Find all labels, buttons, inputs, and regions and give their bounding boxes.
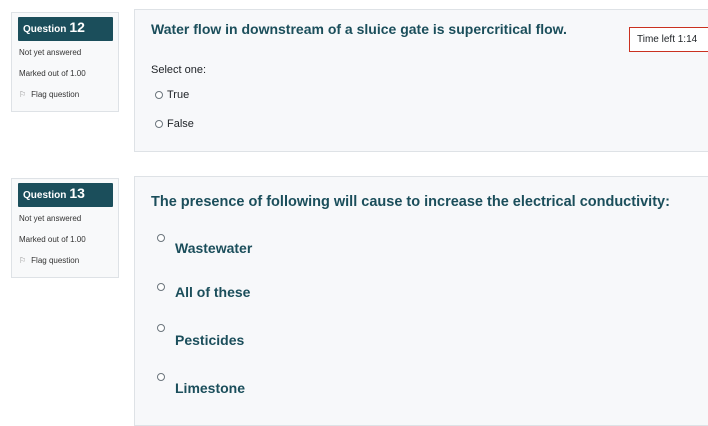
option-label: False	[167, 118, 194, 130]
question-number: 12	[69, 19, 85, 35]
question-label: Question	[23, 24, 67, 35]
flag-question-link[interactable]: ⚐ Flag question	[19, 90, 118, 99]
question-text: The presence of following will cause to …	[151, 194, 670, 210]
question-content-13: The presence of following will cause to …	[134, 176, 708, 426]
question-label: Question	[23, 190, 67, 201]
flag-question-label: Flag question	[31, 90, 80, 99]
radio-button[interactable]	[155, 120, 163, 128]
option-label: Pesticides	[175, 332, 245, 348]
question-number-badge: Question 12	[18, 17, 113, 41]
question-number: 13	[69, 185, 85, 201]
option-label: Limestone	[175, 380, 246, 396]
time-left-box: Time left 1:14	[629, 27, 708, 52]
answer-status: Not yet answered	[19, 48, 82, 57]
marks-label: Marked out of 1.00	[19, 235, 86, 244]
flag-icon: ⚐	[19, 90, 27, 99]
radio-button[interactable]	[157, 324, 165, 332]
flag-question-link[interactable]: ⚐ Flag question	[19, 256, 118, 265]
option-all-of-these[interactable]: All of these	[157, 283, 250, 300]
question-info-12: Question 12 Not yet answered Marked out o…	[11, 12, 119, 112]
radio-button[interactable]	[157, 373, 165, 381]
option-pesticides[interactable]: Pesticides	[157, 324, 244, 348]
radio-button[interactable]	[157, 283, 165, 291]
option-label: Wastewater	[175, 240, 253, 256]
option-true[interactable]: True	[155, 89, 189, 101]
radio-button[interactable]	[155, 91, 163, 99]
flag-icon: ⚐	[19, 256, 27, 265]
question-content-12: Water flow in downstream of a sluice gat…	[134, 9, 708, 152]
marks-label: Marked out of 1.00	[19, 69, 86, 78]
option-limestone[interactable]: Limestone	[157, 373, 245, 396]
option-label: All of these	[175, 284, 251, 300]
option-wastewater[interactable]: Wastewater	[157, 234, 252, 256]
answer-status: Not yet answered	[19, 214, 82, 223]
question-info-13: Question 13 Not yet answered Marked out o…	[11, 178, 119, 278]
question-number-badge: Question 13	[18, 183, 113, 207]
flag-question-label: Flag question	[31, 256, 80, 265]
select-one-label: Select one:	[151, 64, 207, 76]
option-false[interactable]: False	[155, 118, 194, 130]
question-text: Water flow in downstream of a sluice gat…	[151, 21, 567, 37]
radio-button[interactable]	[157, 234, 165, 242]
option-label: True	[167, 89, 190, 101]
